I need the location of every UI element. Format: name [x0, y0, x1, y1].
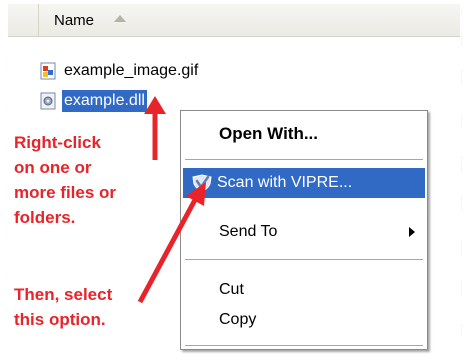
annotation-step1: Right-click on one or more files or fold… — [14, 133, 117, 227]
menu-separator — [185, 159, 423, 160]
menu-separator — [185, 259, 423, 260]
menu-item-label: Scan with VIPRE... — [217, 174, 353, 191]
menu-item-label: Copy — [219, 311, 257, 328]
column-divider[interactable] — [38, 4, 39, 36]
menu-item-copy[interactable]: Copy — [183, 305, 425, 335]
menu-item-cut[interactable]: Cut — [183, 275, 425, 305]
column-header: Name — [8, 4, 460, 37]
gif-image-icon — [40, 62, 56, 80]
submenu-arrow-icon — [409, 227, 415, 237]
file-name-selected: example.dll — [61, 89, 148, 113]
vipre-shield-icon — [192, 174, 212, 192]
file-item-gif[interactable]: example_image.gif — [40, 60, 300, 82]
context-menu: Open With... Scan with VIPRE... Send To … — [180, 110, 428, 350]
menu-separator — [185, 345, 423, 346]
menu-item-label: Send To — [219, 223, 278, 240]
menu-item-open-with[interactable]: Open With... — [183, 119, 425, 149]
sort-ascending-icon — [114, 15, 126, 22]
menu-item-label: Cut — [219, 281, 244, 298]
menu-item-scan-with-vipre[interactable]: Scan with VIPRE... — [183, 168, 425, 198]
file-item-dll[interactable]: example.dll — [40, 89, 300, 113]
dll-file-icon — [40, 92, 56, 110]
name-column-header[interactable]: Name — [54, 12, 94, 29]
annotation-step2: Then, select this option. — [14, 285, 113, 329]
menu-item-send-to[interactable]: Send To — [183, 217, 425, 247]
menu-item-label: Open With... — [219, 124, 319, 143]
file-name: example_image.gif — [64, 62, 199, 79]
